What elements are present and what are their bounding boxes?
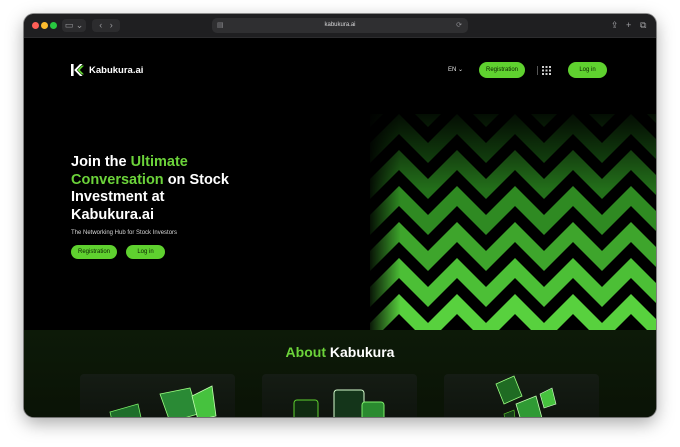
- chevron-pattern-graphic: [366, 114, 656, 330]
- glass-shapes-image: [109, 385, 217, 417]
- hero-title-highlight: Ultimate: [130, 154, 188, 170]
- close-window-button[interactable]: [32, 22, 39, 29]
- reload-icon[interactable]: ⟳: [456, 18, 462, 33]
- chevron-down-icon: ⌄: [458, 67, 464, 73]
- language-label: EN: [448, 67, 457, 73]
- kabukura-logo-icon: [71, 64, 84, 76]
- hero-title-text: Kabukura.ai: [71, 206, 154, 223]
- apps-grid-icon[interactable]: [542, 66, 551, 75]
- brand-name: Kabukura.ai: [89, 64, 144, 76]
- back-button[interactable]: ‹: [99, 20, 102, 30]
- sidebar-toggle-button[interactable]: ▭ ⌄: [62, 19, 86, 32]
- language-selector[interactable]: EN ⌄: [448, 66, 463, 74]
- about-title-text: Kabukura: [325, 344, 395, 360]
- about-title: About Kabukura: [24, 344, 656, 360]
- hero-registration-button[interactable]: Registration: [71, 245, 117, 259]
- web-page: Kabukura.ai EN ⌄ Registration Log in Joi…: [24, 38, 656, 417]
- history-nav: ‹ ›: [92, 19, 120, 32]
- about-card[interactable]: [262, 374, 417, 417]
- page-settings-icon[interactable]: ▤: [217, 18, 224, 33]
- header-divider: [537, 66, 538, 75]
- hero-subtitle: The Networking Hub for Stock Investors: [71, 230, 178, 236]
- browser-window: ▭ ⌄ ‹ › ▤ kabukura.ai ⟳ ⇪ + ⧉ Kabukura.a…: [24, 14, 656, 417]
- hero-title-text: on Stock: [163, 171, 229, 188]
- brand-logo[interactable]: Kabukura.ai: [71, 62, 143, 78]
- minimize-window-button[interactable]: [41, 22, 48, 29]
- plus-icon[interactable]: +: [626, 19, 631, 32]
- tabs-overview-icon[interactable]: ⧉: [640, 19, 646, 32]
- about-card[interactable]: [444, 374, 599, 417]
- hero-title-text: Investment at: [71, 189, 165, 205]
- header-registration-button[interactable]: Registration: [479, 62, 525, 78]
- address-bar-url: kabukura.ai: [324, 22, 356, 28]
- hero-login-button[interactable]: Log in: [126, 245, 165, 259]
- zoom-window-button[interactable]: [50, 22, 57, 29]
- sidebar-icon: ▭ ⌄: [64, 20, 84, 30]
- forward-button[interactable]: ›: [110, 20, 113, 30]
- glass-crystals-image: [495, 375, 557, 417]
- hero-title-text: Join the: [71, 154, 131, 170]
- hero-title: Join the Ultimate Conversation on Stock …: [71, 154, 271, 224]
- browser-toolbar: ▭ ⌄ ‹ › ▤ kabukura.ai ⟳ ⇪ + ⧉: [24, 14, 656, 38]
- glass-cubes-image: [293, 389, 385, 417]
- hero-title-highlight: Conversation: [71, 171, 164, 188]
- share-icon[interactable]: ⇪: [611, 19, 619, 32]
- about-card[interactable]: [80, 374, 235, 417]
- header-login-button[interactable]: Log in: [568, 62, 607, 78]
- about-title-highlight: About: [285, 344, 326, 360]
- address-bar[interactable]: ▤ kabukura.ai ⟳: [212, 18, 468, 33]
